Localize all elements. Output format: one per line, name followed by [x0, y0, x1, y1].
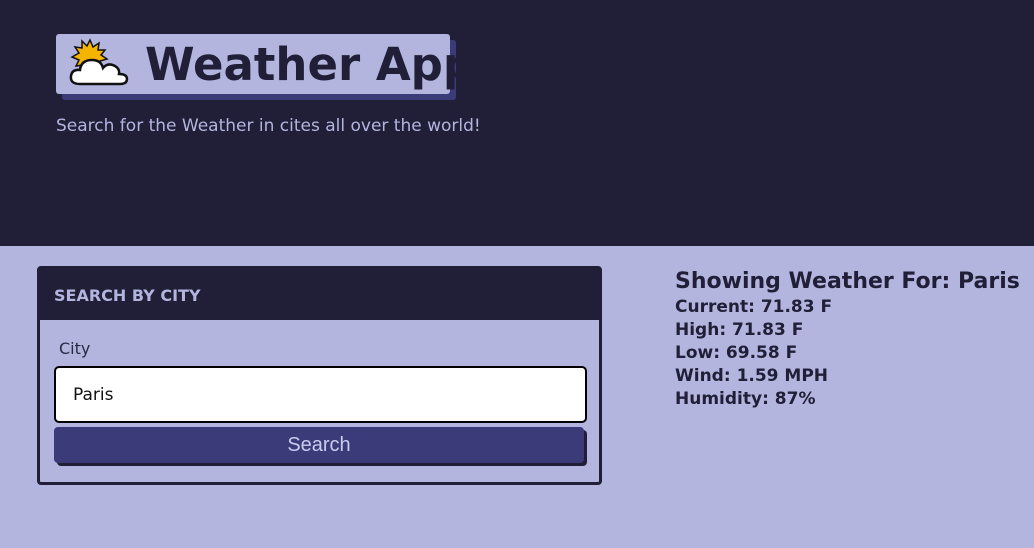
- humidity: Humidity: 87%: [675, 389, 816, 409]
- header: Weather App Search for the Weather in ci…: [0, 0, 1034, 246]
- search-card-header: SEARCH BY CITY: [40, 269, 599, 320]
- city-label: City: [59, 339, 91, 358]
- app-title-banner: Weather App: [56, 34, 475, 94]
- weather-results: Showing Weather For: Paris Current: 71.8…: [675, 268, 1020, 411]
- wind-speed: Wind: 1.59 MPH: [675, 366, 829, 386]
- low-temp: Low: 69.58 F: [675, 343, 798, 363]
- search-card: SEARCH BY CITY City Search: [37, 266, 602, 485]
- search-card-heading: SEARCH BY CITY: [54, 286, 201, 305]
- app-subtitle: Search for the Weather in cites all over…: [56, 116, 481, 136]
- app-title: Weather App: [145, 38, 476, 91]
- high-temp: High: 71.83 F: [675, 320, 804, 340]
- current-temp: Current: 71.83 F: [675, 297, 833, 317]
- results-title: Showing Weather For: Paris: [675, 269, 1020, 294]
- sun-behind-cloud-icon: [69, 38, 129, 86]
- city-input[interactable]: [54, 366, 587, 423]
- search-button[interactable]: Search: [54, 427, 584, 463]
